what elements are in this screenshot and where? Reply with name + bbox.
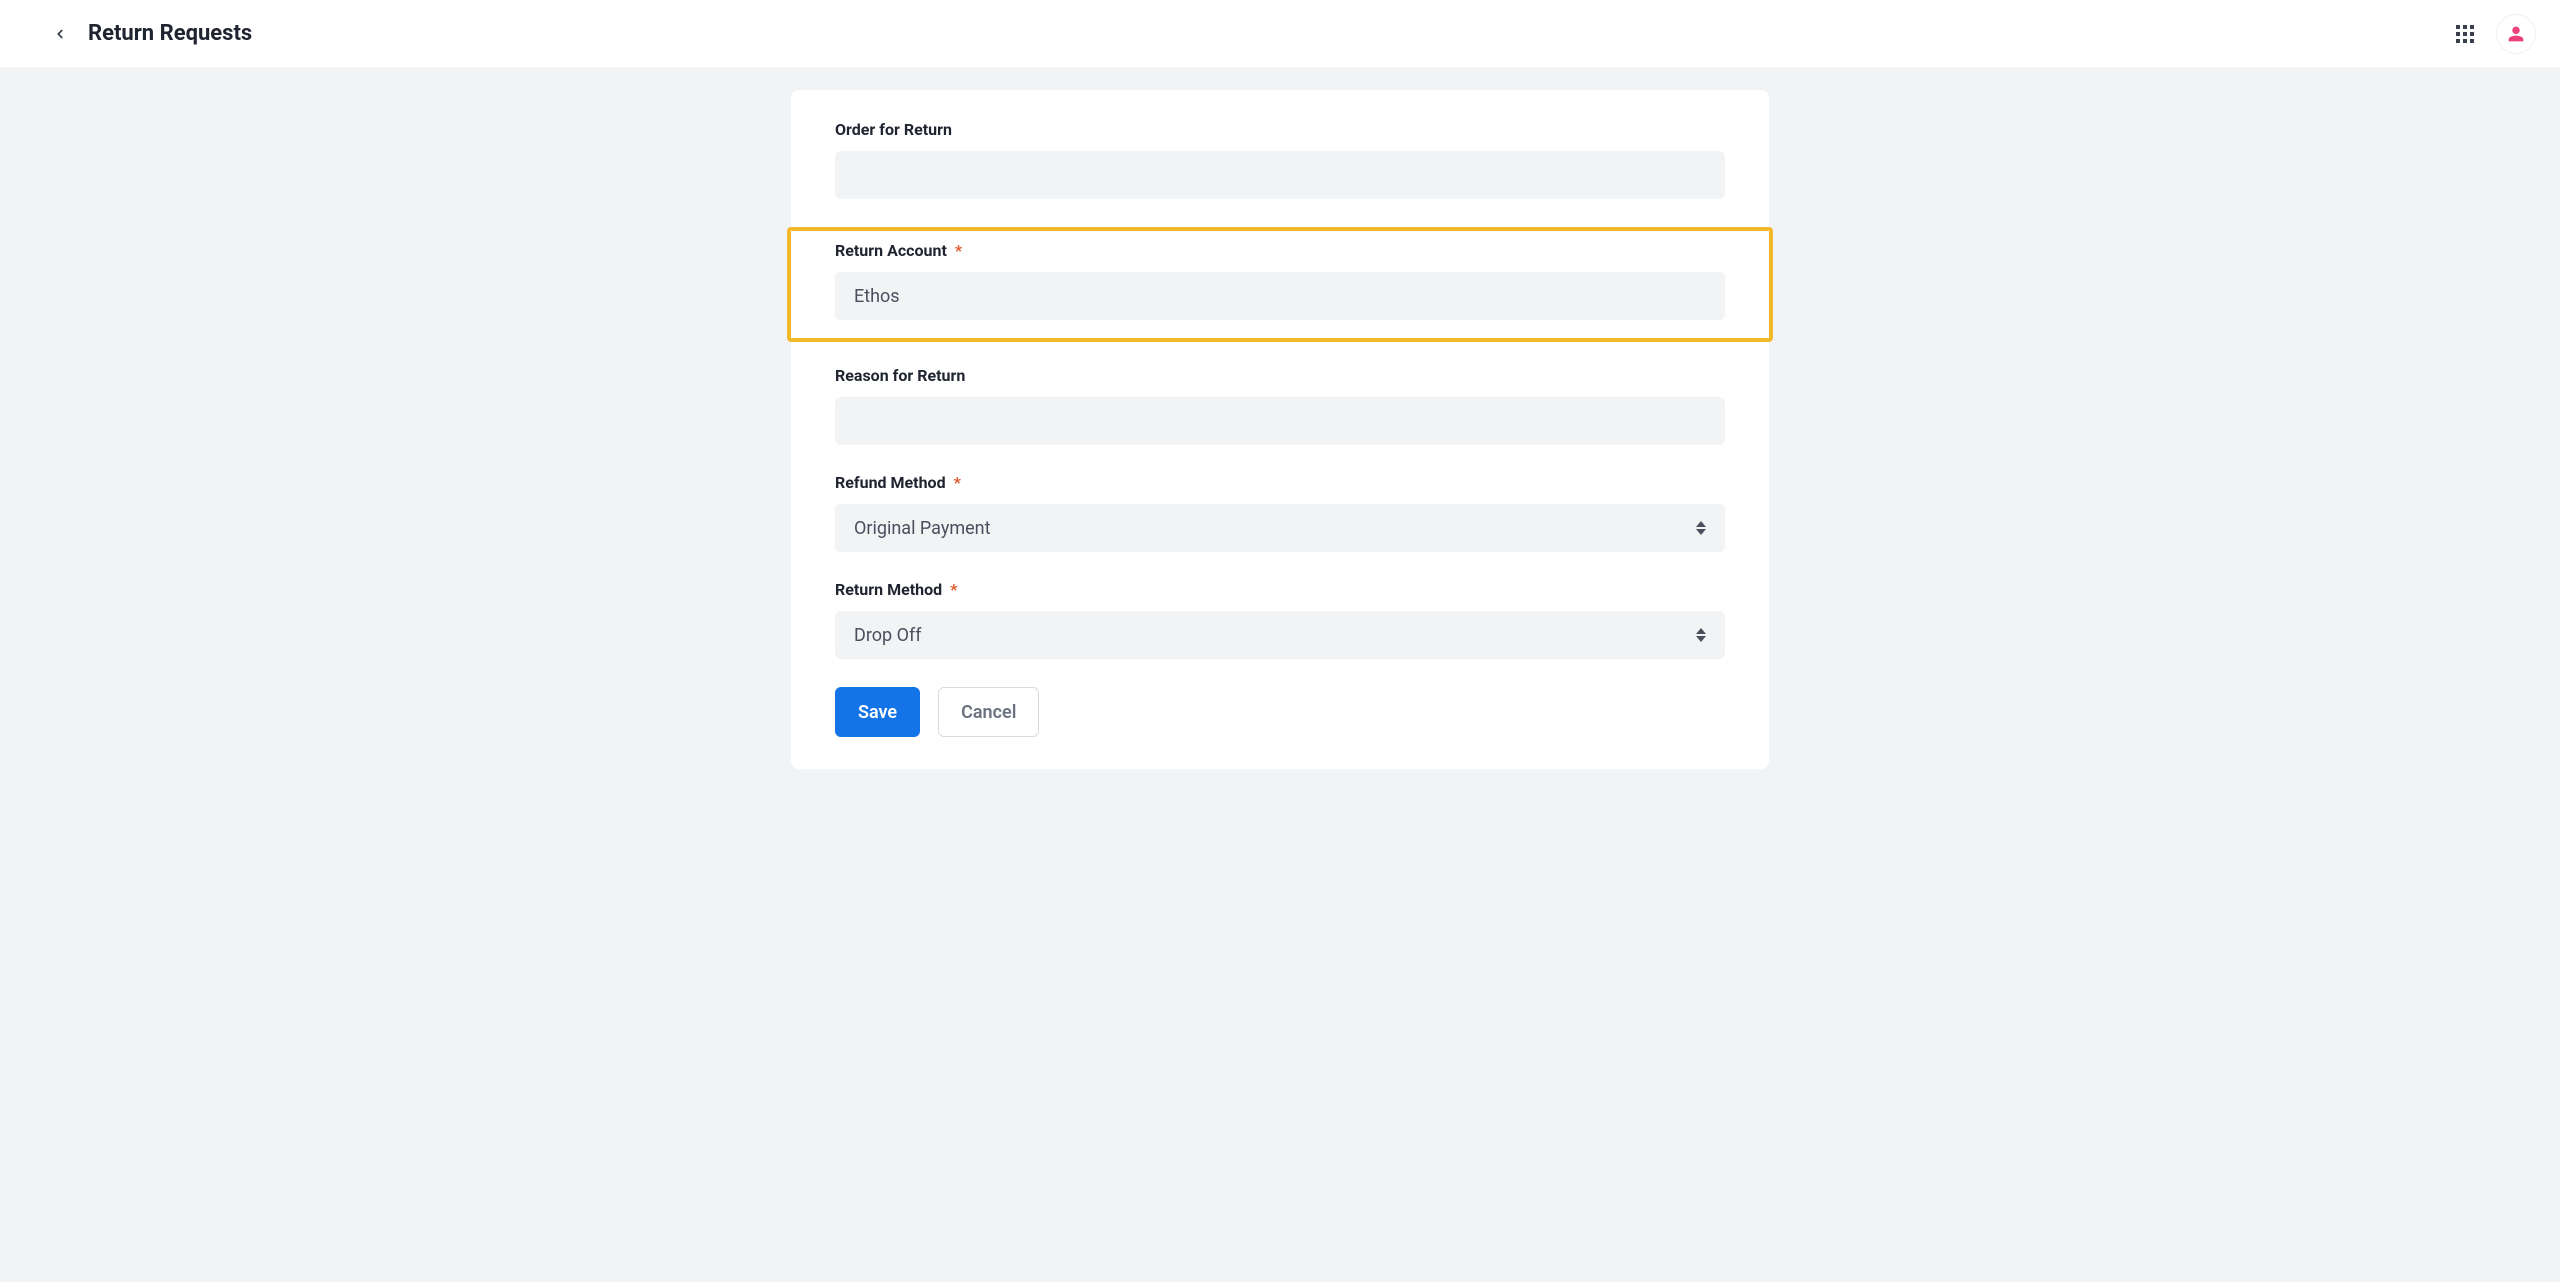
- apps-grid-dot: [2470, 25, 2474, 29]
- reason-for-return-label: Reason for Return: [835, 366, 1725, 385]
- apps-grid-dot: [2463, 39, 2467, 43]
- user-menu-button[interactable]: [2496, 14, 2536, 54]
- user-icon: [2507, 25, 2525, 43]
- apps-grid-dot: [2463, 25, 2467, 29]
- caret-down-icon: [1696, 636, 1706, 642]
- apps-menu-button[interactable]: [2456, 25, 2474, 43]
- apps-grid-dot: [2456, 25, 2460, 29]
- caret-up-icon: [1696, 521, 1706, 527]
- field-return-account: Return Account *: [835, 241, 1725, 320]
- cancel-button[interactable]: Cancel: [938, 687, 1039, 737]
- return-method-label: Return Method *: [835, 580, 1725, 599]
- apps-grid-dot: [2463, 32, 2467, 36]
- required-mark-icon: *: [954, 473, 961, 492]
- refund-method-value: Original Payment: [854, 518, 991, 539]
- refund-method-label: Refund Method *: [835, 473, 1725, 492]
- highlight-return-account: Return Account *: [787, 227, 1773, 342]
- field-reason-for-return: Reason for Return: [835, 366, 1725, 445]
- field-refund-method: Refund Method * Original Payment: [835, 473, 1725, 552]
- topbar-left: Return Requests: [50, 21, 252, 46]
- apps-grid-dot: [2470, 32, 2474, 36]
- required-mark-icon: *: [955, 241, 962, 260]
- reason-for-return-input[interactable]: [854, 398, 1706, 444]
- chevron-left-icon: [53, 27, 67, 41]
- form-actions: Save Cancel: [835, 687, 1725, 737]
- apps-grid-dot: [2470, 39, 2474, 43]
- topbar-right: [2456, 14, 2536, 54]
- top-bar: Return Requests: [0, 0, 2560, 68]
- label-text: Reason for Return: [835, 366, 965, 385]
- return-account-input[interactable]: [854, 273, 1706, 319]
- return-method-value: Drop Off: [854, 625, 921, 646]
- field-order-for-return: Order for Return: [835, 120, 1725, 199]
- apps-grid-dot: [2456, 32, 2460, 36]
- return-account-label: Return Account *: [835, 241, 1725, 260]
- return-method-select[interactable]: Drop Off: [835, 611, 1725, 659]
- label-text: Refund Method: [835, 473, 946, 492]
- refund-method-select[interactable]: Original Payment: [835, 504, 1725, 552]
- return-account-input-wrap: [835, 272, 1725, 320]
- content-area: Order for Return Return Account * Reason…: [0, 68, 2560, 809]
- order-for-return-label: Order for Return: [835, 120, 1725, 139]
- order-for-return-input-wrap: [835, 151, 1725, 199]
- caret-up-icon: [1696, 628, 1706, 634]
- label-text: Return Method: [835, 580, 942, 599]
- label-text: Return Account: [835, 241, 947, 260]
- required-mark-icon: *: [950, 580, 957, 599]
- apps-grid-dot: [2456, 39, 2460, 43]
- field-return-method: Return Method * Drop Off: [835, 580, 1725, 659]
- caret-down-icon: [1696, 529, 1706, 535]
- page-title: Return Requests: [88, 21, 252, 46]
- select-sort-icon: [1696, 521, 1706, 535]
- select-sort-icon: [1696, 628, 1706, 642]
- reason-for-return-input-wrap: [835, 397, 1725, 445]
- form-card: Order for Return Return Account * Reason…: [791, 90, 1769, 769]
- label-text: Order for Return: [835, 120, 952, 139]
- back-button[interactable]: [50, 24, 70, 44]
- order-for-return-input[interactable]: [854, 152, 1706, 198]
- save-button[interactable]: Save: [835, 687, 920, 737]
